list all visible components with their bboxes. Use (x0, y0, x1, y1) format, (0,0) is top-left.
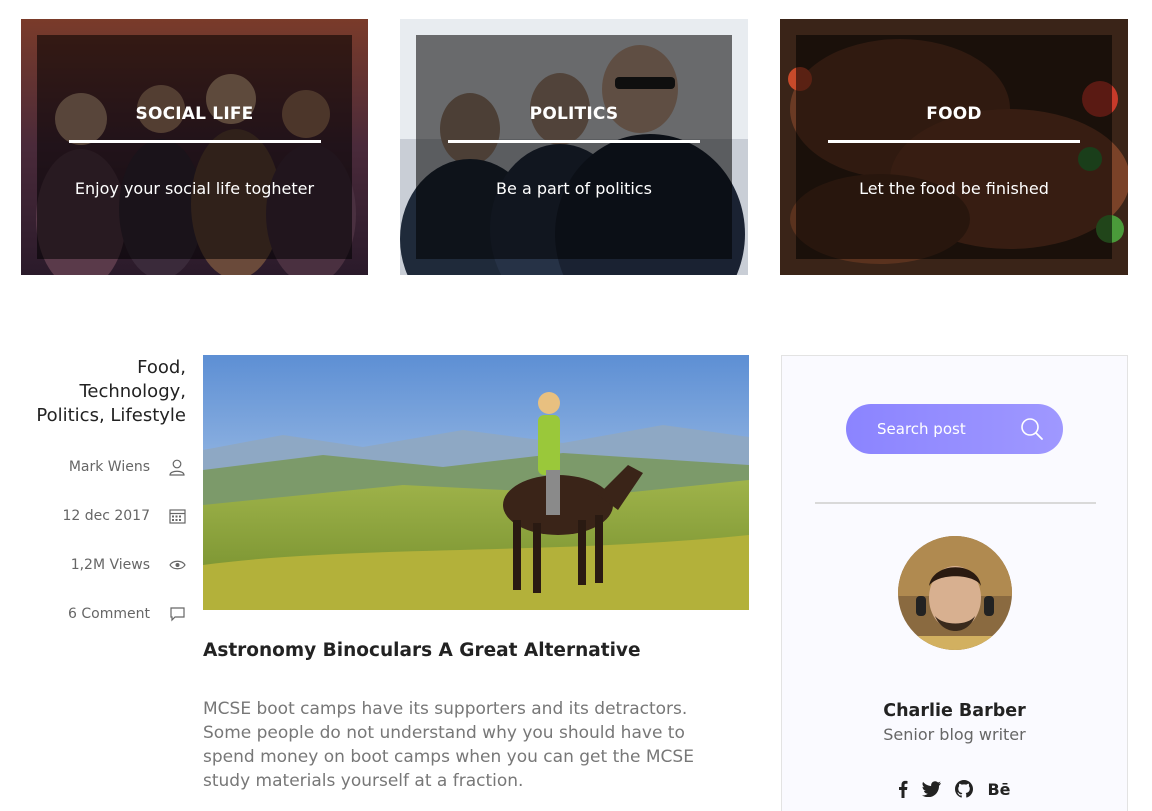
category-title: FOOD (926, 104, 982, 124)
category-link-politics-lifestyle[interactable]: Politics, Lifestyle (16, 404, 186, 428)
post-title-link[interactable]: Astronomy Binoculars A Great Alternative (203, 640, 641, 661)
comments-label: 6 Comment (68, 606, 150, 622)
search-box (846, 404, 1063, 454)
post-author[interactable]: Mark Wiens (69, 458, 186, 476)
post-views: 1,2M Views (71, 556, 186, 574)
facebook-icon[interactable] (898, 778, 908, 800)
eye-icon (168, 556, 186, 574)
category-card-politics[interactable]: POLITICS Be a part of politics (400, 19, 748, 275)
comment-icon (168, 605, 186, 623)
post-date: 12 dec 2017 (62, 507, 186, 525)
post-featured-image[interactable] (203, 355, 749, 610)
category-title: POLITICS (529, 104, 619, 124)
category-subtitle: Be a part of politics (496, 179, 652, 198)
sidebar-divider (815, 502, 1096, 504)
title-divider (828, 140, 1080, 143)
category-link-food[interactable]: Food, (16, 356, 186, 380)
horse-riding-landscape-image (203, 355, 749, 610)
author-name: Charlie Barber (883, 701, 1026, 721)
post-categories: Food, Technology, Politics, Lifestyle (16, 356, 186, 428)
twitter-icon[interactable] (922, 778, 942, 800)
category-subtitle: Enjoy your social life togheter (74, 179, 315, 198)
category-card-social-life[interactable]: SOCIAL LIFE Enjoy your social life toghe… (21, 19, 368, 275)
date-label: 12 dec 2017 (62, 508, 150, 524)
category-overlay: SOCIAL LIFE Enjoy your social life toghe… (37, 35, 352, 259)
title-divider (448, 140, 700, 143)
behance-icon[interactable]: Bē (987, 778, 1010, 800)
calendar-icon (168, 507, 186, 525)
author-avatar (898, 536, 1012, 650)
post-comments[interactable]: 6 Comment (68, 605, 186, 623)
github-icon[interactable] (955, 778, 974, 800)
category-overlay: FOOD Let the food be finished (796, 35, 1112, 259)
category-card-food[interactable]: FOOD Let the food be finished (780, 19, 1128, 275)
search-input[interactable] (877, 420, 1012, 438)
search-icon[interactable] (1020, 417, 1044, 445)
author-name-label: Mark Wiens (68, 459, 150, 475)
title-divider (68, 140, 321, 143)
category-link-technology[interactable]: Technology, (16, 380, 186, 404)
user-icon (168, 458, 186, 476)
views-label: 1,2M Views (70, 557, 150, 573)
category-overlay: POLITICS Be a part of politics (416, 35, 732, 259)
category-subtitle: Let the food be finished (859, 179, 1049, 198)
sidebar-widget: Charlie Barber Senior blog writer Bē (781, 355, 1128, 811)
post-excerpt: MCSE boot camps have its supporters and … (203, 699, 694, 791)
social-links: Bē (782, 778, 1127, 800)
author-role: Senior blog writer (883, 725, 1026, 744)
category-title: SOCIAL LIFE (135, 104, 254, 124)
